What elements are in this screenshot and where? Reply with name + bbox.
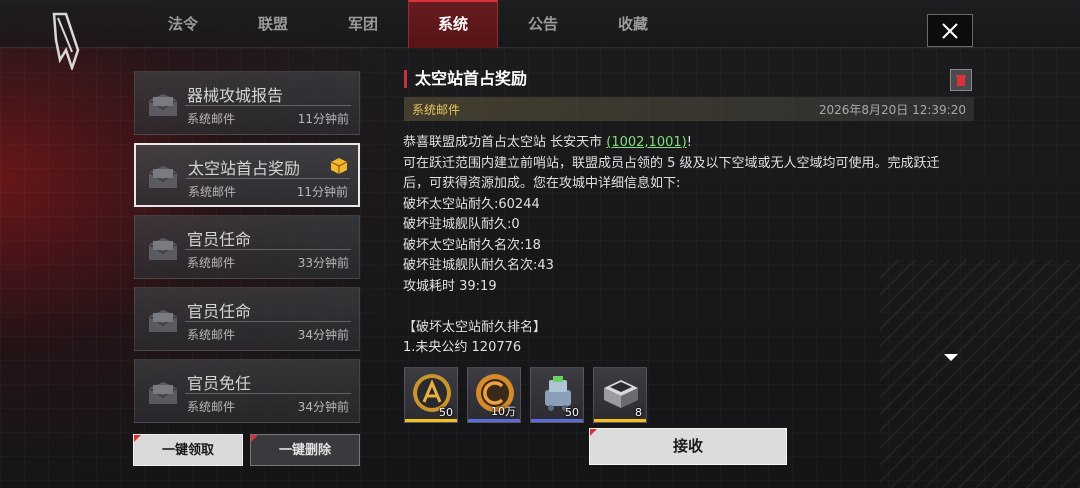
top-tab-bar: 法令 联盟 军团 系统 公告 收藏 xyxy=(0,0,1080,70)
body-line: 恭喜联盟成功首占太空站 长安天市 (1002,1001)! xyxy=(403,135,692,150)
rarity-bar xyxy=(468,419,520,422)
close-icon xyxy=(942,22,958,39)
mail-time: 34分钟前 xyxy=(297,400,349,414)
mail-sender: 系统邮件 xyxy=(187,112,236,126)
tab-strip: 法令 联盟 军团 系统 公告 收藏 xyxy=(138,0,678,48)
reward-supply-crate[interactable]: 8 xyxy=(593,367,647,423)
mail-title: 太空站首占奖励 xyxy=(188,159,301,178)
delete-mail-button[interactable] xyxy=(950,69,972,91)
reward-alliance-coin[interactable]: 50 xyxy=(404,367,458,423)
reward-robot-unit[interactable]: 50 xyxy=(530,367,584,423)
reward-credit-coin[interactable]: 10万 xyxy=(467,367,521,423)
body-line: 破坏太空站耐久名次:18 xyxy=(403,237,541,253)
rarity-bar xyxy=(594,419,646,422)
envelope-icon xyxy=(148,382,178,404)
mail-time: 11分钟前 xyxy=(296,185,348,199)
body-line: 【破坏太空站耐久排名】 xyxy=(403,319,547,335)
mail-time: 11分钟前 xyxy=(297,112,349,126)
mail-divider xyxy=(185,249,351,250)
game-logo-icon xyxy=(52,12,80,70)
envelope-icon xyxy=(148,238,178,260)
scroll-down-icon[interactable] xyxy=(944,354,958,361)
mail-meta-bar: 系统邮件 2026年8月20日 12:39:20 xyxy=(404,97,974,121)
body-line xyxy=(403,297,973,318)
reward-qty: 50 xyxy=(439,406,453,419)
delete-all-label: 一键删除 xyxy=(278,443,331,458)
mail-item-officer-appoint-2[interactable]: 官员任命 系统邮件 34分钟前 xyxy=(134,287,360,351)
reward-list: 50 10万 50 8 xyxy=(404,367,647,423)
mail-item-station-reward[interactable]: 太空站首占奖励 系统邮件 11分钟前 xyxy=(134,143,360,207)
body-line: 可在跃迁范围内建立前哨站，联盟成员占领的 5 级及以下空域或无人空域均可使用。完… xyxy=(403,155,940,171)
corner-marker xyxy=(134,435,141,442)
body-line: 破坏太空站耐久:60244 xyxy=(403,196,540,212)
mail-divider xyxy=(185,321,351,322)
body-line: 后，可获得资源加成。您在攻城中详细信息如下: xyxy=(403,176,681,191)
attachment-box-icon xyxy=(330,158,348,174)
body-line: 1.未央公约 120776 xyxy=(403,340,522,355)
mail-sender: 系统邮件 xyxy=(187,256,236,270)
body-line: 破坏驻城舰队耐久:0 xyxy=(403,217,520,232)
mail-detail-title: 太空站首占奖励 xyxy=(404,70,527,88)
tab-alliance[interactable]: 联盟 xyxy=(228,0,318,48)
mail-title: 官员任命 xyxy=(187,230,252,249)
body-line: 破坏驻城舰队耐久名次:43 xyxy=(403,258,554,273)
envelope-icon xyxy=(148,310,178,332)
tab-system[interactable]: 系统 xyxy=(408,0,498,48)
mail-item-siege-report[interactable]: 器械攻城报告 系统邮件 11分钟前 xyxy=(134,71,360,135)
reward-qty: 8 xyxy=(635,406,642,419)
envelope-icon xyxy=(148,94,178,116)
tab-decree[interactable]: 法令 xyxy=(138,0,228,48)
claim-all-label: 一键领取 xyxy=(161,443,214,458)
mail-detail-sender: 系统邮件 xyxy=(412,103,461,117)
claim-button[interactable]: 接收 xyxy=(589,428,787,465)
mail-item-officer-appoint-1[interactable]: 官员任命 系统邮件 33分钟前 xyxy=(134,215,360,279)
mail-divider xyxy=(186,178,350,179)
reward-qty: 50 xyxy=(565,406,579,419)
reward-qty: 10万 xyxy=(491,405,516,418)
tab-announcement[interactable]: 公告 xyxy=(498,0,588,48)
mail-sender: 系统邮件 xyxy=(187,400,236,414)
mail-item-officer-dismiss[interactable]: 官员免任 系统邮件 34分钟前 xyxy=(134,359,360,423)
coordinate-link[interactable]: (1002,1001) xyxy=(606,135,686,150)
mail-title: 官员免任 xyxy=(187,374,252,393)
mail-time: 33分钟前 xyxy=(297,256,349,270)
body-line: 攻城耗时 39:19 xyxy=(403,278,497,294)
envelope-icon xyxy=(148,166,178,188)
tab-legion[interactable]: 军团 xyxy=(318,0,408,48)
claim-all-button[interactable]: 一键领取 xyxy=(133,434,243,466)
close-button[interactable] xyxy=(927,14,973,47)
rarity-bar xyxy=(531,419,583,422)
mail-list: 器械攻城报告 系统邮件 11分钟前 太空站首占奖励 系统邮件 11分钟前 官员任… xyxy=(134,71,362,431)
rarity-bar xyxy=(405,419,457,422)
mail-title: 官员任命 xyxy=(187,302,252,321)
mail-divider xyxy=(185,393,351,394)
corner-marker xyxy=(590,429,597,436)
mail-time: 34分钟前 xyxy=(297,328,349,342)
mail-sender: 系统邮件 xyxy=(187,328,236,342)
delete-all-button[interactable]: 一键删除 xyxy=(250,434,360,466)
tab-favorites[interactable]: 收藏 xyxy=(588,0,678,48)
mail-sender: 系统邮件 xyxy=(188,185,237,199)
corner-marker xyxy=(251,435,258,442)
mail-divider xyxy=(185,105,351,106)
mail-detail-date: 2026年8月20日 12:39:20 xyxy=(818,103,966,117)
mail-title: 器械攻城报告 xyxy=(187,86,284,105)
mail-body[interactable]: 恭喜联盟成功首占太空站 长安天市 (1002,1001)! 可在跃迁范围内建立前… xyxy=(403,133,973,357)
trash-icon xyxy=(956,74,966,86)
claim-label: 接收 xyxy=(672,437,703,455)
